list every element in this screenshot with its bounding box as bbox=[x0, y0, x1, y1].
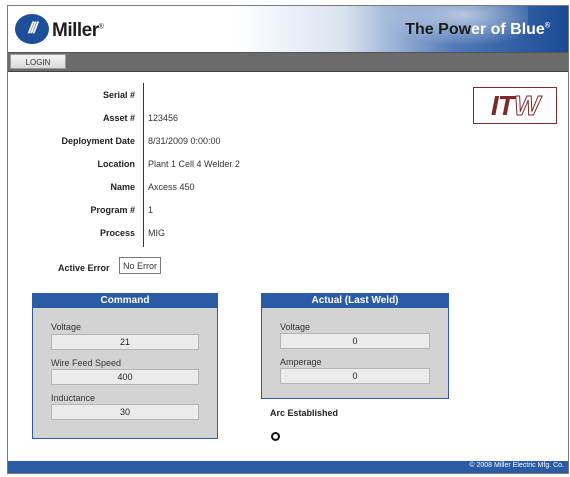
asset-label: Asset # bbox=[102, 113, 135, 123]
process-value: MIG bbox=[148, 228, 165, 238]
active-error-label: Active Error bbox=[58, 263, 110, 273]
menu-bar: LOGIN bbox=[8, 52, 568, 72]
command-panel: Command Voltage 21 Wire Feed Speed 400 I… bbox=[32, 293, 218, 439]
program-value: 1 bbox=[148, 205, 154, 215]
actual-voltage-field: 0 bbox=[280, 333, 430, 349]
miller-logo-icon: /// bbox=[15, 14, 49, 44]
footer-bar: © 2008 Miller Electric Mfg. Co. bbox=[8, 461, 568, 473]
arc-status-indicator-icon bbox=[271, 432, 280, 441]
itw-logo: ITW bbox=[473, 87, 557, 124]
arc-established-label: Arc Established bbox=[270, 408, 339, 418]
actual-amperage-label: Amperage bbox=[280, 357, 322, 367]
login-button[interactable]: LOGIN bbox=[10, 54, 66, 69]
command-inductance-label: Inductance bbox=[51, 393, 96, 403]
actual-panel-title: Actual (Last Weld) bbox=[262, 294, 448, 308]
actual-amperage-field: 0 bbox=[280, 368, 430, 384]
active-error-value: No Error bbox=[119, 257, 161, 274]
process-label: Process bbox=[99, 228, 135, 238]
command-voltage-label: Voltage bbox=[51, 322, 82, 332]
name-label: Name bbox=[110, 182, 135, 192]
actual-voltage-label: Voltage bbox=[280, 322, 311, 332]
app-window: /// Miller® The Power of Blue® LOGIN Ser… bbox=[7, 5, 569, 474]
copyright-text: © 2008 Miller Electric Mfg. Co. bbox=[469, 462, 564, 469]
command-voltage-field: 21 bbox=[51, 334, 199, 350]
deployment-date-label: Deployment Date bbox=[61, 136, 135, 146]
actual-panel: Actual (Last Weld) Voltage 0 Amperage 0 bbox=[261, 293, 449, 399]
info-divider bbox=[143, 83, 144, 247]
command-wire-feed-speed-field: 400 bbox=[51, 369, 199, 385]
command-wire-feed-speed-label: Wire Feed Speed bbox=[51, 358, 122, 368]
location-label: Location bbox=[97, 159, 136, 169]
command-inductance-field: 30 bbox=[51, 404, 199, 420]
deployment-date-value: 8/31/2009 0:00:00 bbox=[148, 136, 221, 146]
command-panel-title: Command bbox=[33, 294, 217, 308]
name-value: Axcess 450 bbox=[148, 182, 195, 192]
program-label: Program # bbox=[90, 205, 135, 215]
brand-name: Miller® bbox=[52, 20, 104, 41]
serial-label: Serial # bbox=[102, 90, 135, 100]
header-banner: /// Miller® The Power of Blue® bbox=[8, 6, 568, 52]
asset-value: 123456 bbox=[148, 113, 179, 123]
tagline: The Power of Blue® bbox=[405, 21, 550, 38]
location-value: Plant 1 Cell 4 Welder 2 bbox=[148, 159, 240, 169]
